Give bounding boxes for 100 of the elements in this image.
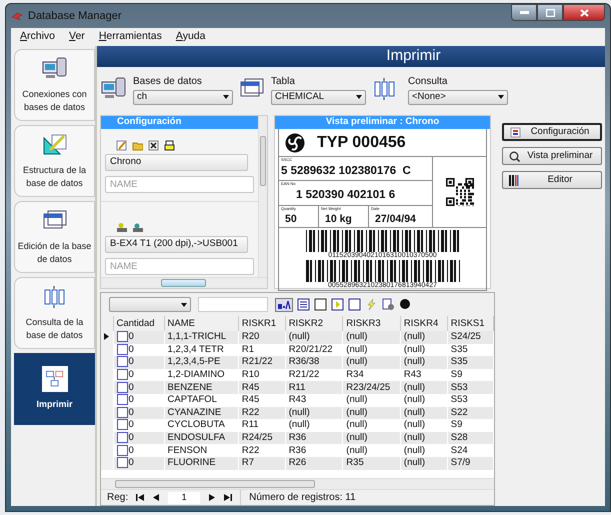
action-button[interactable]: Configuración [502, 123, 602, 141]
record-count: Número de registros: 11 [240, 490, 356, 505]
dropdown[interactable]: <None> [408, 90, 508, 104]
sidebar-item[interactable]: Estructura de la base de datos [14, 125, 95, 197]
table-cell: BENZENE [164, 381, 238, 394]
field-value: 10 kg [324, 212, 352, 224]
action-button[interactable]: Editor [502, 171, 602, 189]
checkbox[interactable] [116, 382, 128, 393]
sidebar-item[interactable]: Consulta de la base de datos [14, 277, 95, 349]
field-label: Bases de datos [133, 74, 203, 88]
table-cell: R35 [342, 456, 400, 470]
menu-item[interactable]: Herramientas [96, 29, 173, 45]
edit-icon[interactable] [116, 140, 127, 151]
first-icon[interactable] [136, 494, 144, 501]
menu-item[interactable]: Archivo [17, 29, 66, 45]
table-cell: 0 [128, 394, 134, 406]
dropdown[interactable] [109, 297, 191, 312]
caret-icon [181, 302, 187, 306]
table-cell: (null) [400, 381, 448, 394]
checkbox[interactable] [116, 444, 128, 456]
minimize-icon [520, 11, 528, 14]
table-cell: (null) [342, 406, 400, 420]
case-toggle-icon[interactable] [275, 298, 293, 312]
column-header[interactable]: Cantidad [113, 316, 164, 331]
swirl-logo-icon [285, 132, 305, 152]
sidebar-item[interactable]: Conexiones con bases de datos [14, 49, 95, 121]
table-cell: (null) [400, 406, 448, 420]
checkbox[interactable] [116, 356, 128, 368]
text-field[interactable]: NAME [105, 258, 254, 275]
search-field[interactable] [198, 297, 268, 312]
table-cell: R36/38 [285, 356, 343, 369]
horizontal-scrollbar[interactable] [101, 478, 494, 489]
panel-title: Vista preliminar : Chrono [275, 116, 490, 129]
page-title: Imprimir [97, 46, 605, 67]
table-cell: R24/25 [238, 432, 286, 444]
horizontal-scrollbar[interactable] [101, 277, 267, 288]
checkbox[interactable] [116, 369, 128, 380]
sidebar-item[interactable]: Edición de la base de datos [14, 201, 95, 273]
menu-item[interactable]: Ver [66, 29, 96, 45]
printer-icon[interactable] [164, 140, 175, 151]
checkbox[interactable] [116, 457, 128, 468]
dropdown[interactable]: B-EX4 T1 (200 dpi),->USB001 [105, 236, 248, 253]
field-value: 27/04/94 [374, 212, 416, 224]
dropdown[interactable]: ch [133, 90, 233, 104]
column-header[interactable]: RISKR3 [342, 316, 400, 331]
page-field[interactable]: 1 [168, 492, 200, 504]
close-icon[interactable] [148, 140, 159, 151]
table-cell: 0 [128, 369, 134, 380]
table-cell: R20 [238, 331, 286, 344]
field-label: Consulta [408, 74, 448, 88]
table-cell: R22 [238, 406, 286, 420]
column-header[interactable]: RISKR2 [285, 316, 343, 331]
table-cell: (null) [400, 456, 448, 470]
printer-help-icon[interactable] [116, 222, 127, 233]
dropdown[interactable]: Chrono [105, 154, 248, 171]
dropdown[interactable]: CHEMICAL [271, 90, 366, 104]
table-cell: (null) [400, 356, 448, 369]
printer-settings-icon[interactable] [132, 222, 143, 233]
minimize-button[interactable] [511, 4, 537, 21]
vertical-scrollbar[interactable] [258, 116, 267, 277]
field-value: 5 5289632 102380176 C [280, 165, 411, 177]
table-cell: (null) [400, 432, 448, 444]
maximize-icon [546, 8, 554, 16]
column-header[interactable]: RISKS1 [447, 316, 494, 331]
sidebar-item[interactable]: Imprimir [14, 353, 95, 425]
column-header[interactable]: RISKR4 [400, 316, 448, 331]
checkbox[interactable] [116, 344, 128, 355]
table-cell: (null) [285, 406, 343, 420]
checkbox[interactable] [116, 331, 128, 342]
last-icon[interactable] [224, 494, 232, 501]
play-icon[interactable] [331, 298, 344, 312]
column-header[interactable]: NAME [164, 316, 238, 331]
table-cell: 0 [128, 331, 134, 342]
record-label: Reg: [107, 491, 128, 505]
table-cell: CYANAZINE [164, 406, 238, 420]
checkbox[interactable] [116, 394, 128, 406]
table-cell: (null) [342, 331, 400, 344]
maximize-button[interactable] [537, 4, 563, 21]
circle-icon[interactable] [399, 298, 412, 312]
action-button[interactable]: Vista preliminar [502, 147, 602, 165]
square-icon[interactable] [348, 298, 361, 312]
next-icon[interactable] [208, 494, 216, 501]
window-icon[interactable] [314, 298, 327, 312]
ruler-pencil-icon [42, 132, 68, 158]
checkbox[interactable] [116, 432, 128, 444]
previous-icon[interactable] [152, 494, 160, 501]
list-icon[interactable] [297, 298, 310, 312]
document-gear-icon[interactable] [382, 298, 395, 312]
table-cell: 0 [128, 432, 134, 444]
field-value: 1 520390 402101 6 [295, 189, 396, 202]
checkbox[interactable] [116, 406, 128, 418]
text-field[interactable]: NAME [105, 176, 254, 193]
caret-icon [498, 95, 504, 99]
table-cell: S35 [447, 356, 494, 369]
menu-item[interactable]: Ayuda [172, 29, 216, 45]
close-button[interactable] [563, 4, 605, 21]
column-header[interactable]: RISKR1 [238, 316, 286, 331]
folder-icon[interactable] [132, 140, 143, 151]
table-cell: (null) [342, 356, 400, 369]
checkbox[interactable] [116, 419, 128, 430]
